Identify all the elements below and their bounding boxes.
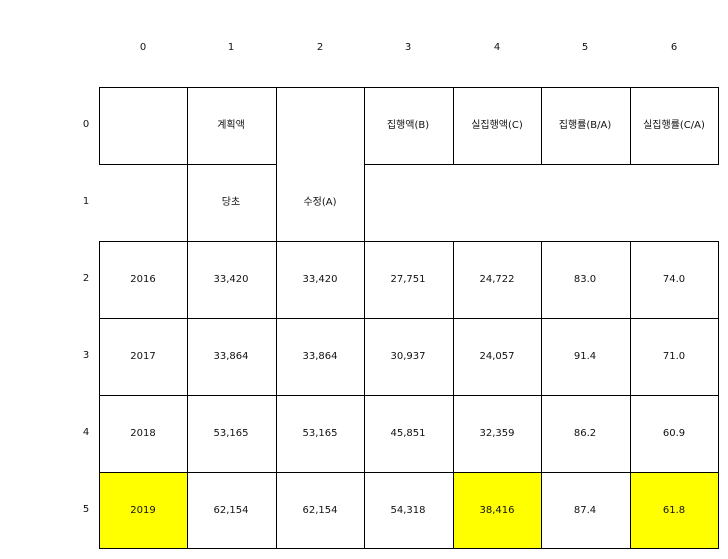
grid-line	[541, 87, 542, 164]
grid-line	[99, 241, 100, 549]
table-cell: 33,420	[302, 273, 338, 285]
table-cell	[99, 164, 187, 241]
column-index-label: 3	[404, 42, 412, 53]
column-index-label: 1	[227, 42, 235, 53]
grid-line	[99, 395, 719, 396]
table-cell: 60.9	[662, 427, 686, 439]
table-cell: 24,057	[479, 350, 515, 362]
table-cell: 53,165	[213, 427, 249, 439]
table-cell	[99, 87, 187, 164]
column-index-label: 4	[493, 42, 501, 53]
column-index-label: 6	[670, 42, 678, 53]
grid-line	[276, 87, 277, 164]
table-cell: 당초	[221, 196, 241, 208]
highlighted-cell: 61.8	[630, 472, 718, 549]
table-cell: 집행률(B/A)	[558, 119, 612, 131]
table-cell: 32,359	[479, 427, 515, 439]
grid-line	[364, 87, 365, 164]
table-cell: 62,154	[302, 504, 338, 516]
column-index-label: 5	[581, 42, 589, 53]
column-index-label: 2	[316, 42, 324, 53]
grid-line	[99, 164, 187, 165]
grid-line	[453, 241, 454, 549]
grid-line	[99, 472, 719, 473]
table-cell: 33,864	[302, 350, 338, 362]
table-cell: 74.0	[662, 273, 686, 285]
table-cell: 수정(A)	[303, 196, 337, 208]
grid-line	[630, 87, 631, 164]
table-cell	[276, 87, 364, 164]
table-cell: 91.4	[573, 350, 597, 362]
table-cell	[453, 164, 541, 241]
grid-line	[630, 241, 631, 549]
highlighted-cell: 2019	[99, 472, 187, 549]
grid-line	[99, 548, 719, 549]
row-index-label: 1	[82, 196, 90, 207]
table-cell: 27,751	[390, 273, 426, 285]
table-cell: 2018	[130, 427, 156, 439]
table-cell	[541, 164, 629, 241]
table-cell: 실집행액(C)	[471, 119, 523, 131]
table-cell: 62,154	[213, 504, 249, 516]
grid-line	[364, 164, 719, 165]
table-cell: 2016	[130, 273, 156, 285]
table-cell: 30,937	[390, 350, 426, 362]
table-cell: 계획액	[217, 119, 245, 131]
table-cell: 실집행률(C/A)	[643, 119, 705, 131]
grid-line	[99, 87, 100, 164]
table-cell: 87.4	[573, 504, 597, 516]
table-cell: 54,318	[390, 504, 426, 516]
grid-line	[187, 87, 188, 164]
grid-line	[99, 241, 719, 242]
table-cell: 45,851	[390, 427, 426, 439]
table-cell: 33,864	[213, 350, 249, 362]
table-cell	[630, 164, 718, 241]
row-index-label: 2	[82, 273, 90, 284]
table-cell: 53,165	[302, 427, 338, 439]
grid-line	[453, 87, 454, 164]
highlighted-cell: 38,416	[453, 472, 541, 549]
grid-line	[718, 87, 719, 164]
grid-line	[364, 164, 365, 241]
grid-line	[276, 164, 277, 241]
table-cell	[364, 164, 452, 241]
row-index-label: 3	[82, 350, 90, 361]
grid-line	[718, 241, 719, 549]
row-index-label: 5	[82, 504, 90, 515]
table-cell: 2017	[130, 350, 156, 362]
table-cell: 집행액(B)	[386, 119, 430, 131]
grid-line	[541, 241, 542, 549]
row-index-label: 0	[82, 119, 90, 130]
table-cell: 83.0	[573, 273, 597, 285]
grid-line	[187, 241, 188, 549]
grid-line	[187, 164, 188, 241]
table-cell: 24,722	[479, 273, 515, 285]
grid-line	[187, 164, 276, 165]
table-cell: 86.2	[573, 427, 597, 439]
row-index-label: 4	[82, 427, 90, 438]
grid-line	[364, 241, 365, 549]
table-cell: 33,420	[213, 273, 249, 285]
grid-line	[99, 318, 719, 319]
grid-line	[276, 241, 277, 549]
table-cell: 71.0	[662, 350, 686, 362]
grid-line	[99, 87, 719, 88]
column-index-label: 0	[139, 42, 147, 53]
